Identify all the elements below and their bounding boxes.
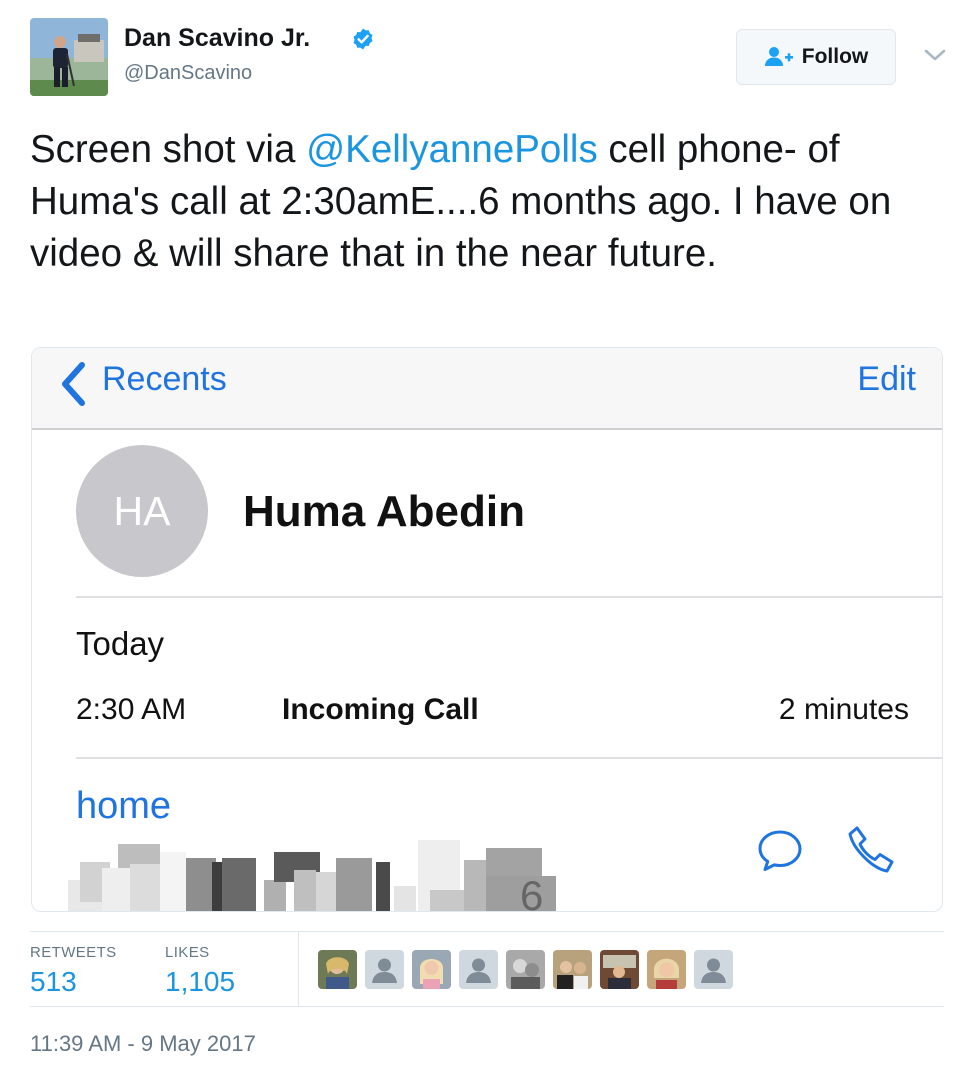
follow-button[interactable]: Follow	[736, 29, 896, 85]
retweets-stat[interactable]: RETWEETS 513	[30, 944, 117, 998]
tweet-timestamp[interactable]: 11:39 AM - 9 May 2017	[30, 1031, 256, 1057]
follow-button-label: Follow	[801, 45, 869, 68]
user-avatar-photo-icon	[30, 18, 108, 96]
tweet-text: Screen shot via @KellyannePolls cell pho…	[30, 124, 950, 280]
user-photo-icon	[506, 950, 545, 989]
likes-stat[interactable]: LIKES 1,105	[165, 944, 235, 998]
redacted-digit: 6	[520, 872, 543, 912]
liker-avatar[interactable]	[365, 950, 404, 989]
call-duration: 2 minutes	[778, 693, 909, 726]
liker-avatar[interactable]	[553, 950, 592, 989]
likes-label: LIKES	[165, 944, 210, 961]
ios-navigation-bar: Recents Edit	[32, 348, 942, 430]
liker-avatar[interactable]	[318, 950, 357, 989]
user-photo-icon	[647, 950, 686, 989]
default-user-icon	[694, 950, 733, 989]
verified-badge-icon	[353, 28, 373, 50]
tweet-text-start: Screen shot via	[30, 128, 307, 171]
liker-avatar[interactable]	[694, 950, 733, 989]
liker-avatar[interactable]	[506, 950, 545, 989]
liker-avatar[interactable]	[600, 950, 639, 989]
liker-avatars	[318, 950, 733, 990]
phone-call-icon[interactable]	[846, 824, 898, 878]
contact-initials-avatar: HA	[76, 445, 208, 577]
divider	[298, 932, 299, 1006]
user-photo-icon	[600, 950, 639, 989]
add-user-icon	[764, 47, 793, 66]
user-photo-icon	[553, 950, 592, 989]
call-day: Today	[76, 625, 165, 662]
divider	[76, 757, 942, 759]
call-time: 2:30 AM	[76, 693, 187, 726]
contact-initials: HA	[113, 487, 171, 534]
retweets-label: RETWEETS	[30, 944, 117, 961]
divider	[30, 931, 944, 932]
chevron-down-icon[interactable]	[922, 46, 948, 64]
likes-count: 1,105	[165, 966, 236, 997]
recents-back-label: Recents	[102, 360, 227, 398]
user-photo-icon	[412, 950, 451, 989]
retweets-count: 513	[30, 966, 77, 997]
divider	[76, 596, 942, 598]
message-bubble-icon[interactable]	[756, 828, 804, 874]
user-handle[interactable]: @DanScavino	[124, 62, 252, 85]
default-user-icon	[365, 950, 404, 989]
mention-link[interactable]: @KellyannePolls	[306, 128, 598, 171]
liker-avatar[interactable]	[459, 950, 498, 989]
edit-label: Edit	[857, 360, 916, 398]
divider	[30, 1006, 944, 1007]
display-name[interactable]: Dan Scavino Jr.	[124, 24, 310, 53]
default-user-icon	[459, 950, 498, 989]
tweet-media-image[interactable]: Recents Edit HA Huma Abedin Today 2:30 A…	[31, 347, 943, 912]
redacted-phone-number: 6	[68, 840, 556, 912]
liker-avatar[interactable]	[647, 950, 686, 989]
call-type: Incoming Call	[282, 693, 479, 726]
liker-avatar[interactable]	[412, 950, 451, 989]
contact-name: Huma Abedin	[243, 487, 525, 536]
phone-number-label: home	[76, 785, 172, 827]
user-avatar[interactable]	[30, 18, 108, 96]
user-photo-icon	[318, 950, 357, 989]
back-chevron-icon	[62, 362, 85, 406]
